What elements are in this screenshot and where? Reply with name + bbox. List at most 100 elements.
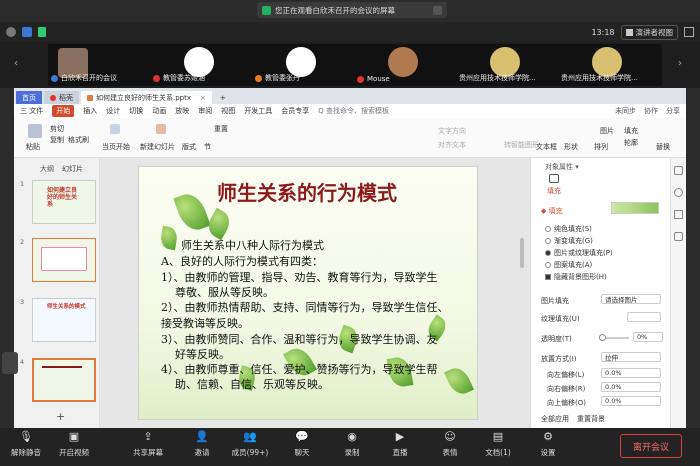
fill-option-gradient[interactable]: 渐变填充(G) <box>545 236 593 246</box>
signal-icon[interactable] <box>38 27 46 37</box>
participant-tile[interactable]: 白欣禾召开的会议 <box>48 44 152 86</box>
emoji-button[interactable]: ☺ 表情 <box>428 430 472 458</box>
picture-fill-select[interactable]: 请选择图片 <box>601 294 661 304</box>
live-button[interactable]: ▶ 直播 <box>378 430 422 458</box>
picture-button[interactable]: 图片 <box>600 126 614 136</box>
participant-tile[interactable]: 贵州应用技术技师学院... <box>558 44 662 86</box>
floating-video-control[interactable] <box>2 352 18 374</box>
menu-view[interactable]: 视图 <box>221 106 235 116</box>
fill-preview[interactable] <box>611 202 659 214</box>
add-slide-button[interactable]: + <box>56 410 65 423</box>
collaborate-button[interactable]: 协作 <box>644 106 658 116</box>
paste-button[interactable]: 粘贴 <box>26 142 40 152</box>
leave-meeting-button[interactable]: 离开会议 <box>620 434 682 458</box>
transparency-input[interactable]: 0% <box>633 332 663 342</box>
convert-smartart-button[interactable]: 转智能图形 <box>504 140 539 150</box>
new-tab-button[interactable]: + <box>214 91 232 104</box>
text-direction-button[interactable]: 文字方向 <box>438 126 466 136</box>
arrange-button[interactable]: 排列 <box>594 142 608 152</box>
align-text-button[interactable]: 对齐文本 <box>438 140 466 150</box>
slide-thumbnail[interactable]: 如何建立良好的师生关系 <box>32 180 96 224</box>
fullscreen-icon[interactable] <box>684 27 694 37</box>
participant-tile[interactable]: 教管委张丹 <box>252 44 356 86</box>
current-slide[interactable]: 师生关系的行为模式 师生关系中八种人际行为模式 A、良好的人际行为模式有四类： … <box>138 166 478 420</box>
apply-all-button[interactable]: 全部应用 <box>541 414 569 424</box>
slider-thumb[interactable] <box>599 334 606 341</box>
reset-button[interactable]: 重置 <box>214 124 228 134</box>
slide-thumbnail[interactable] <box>32 238 96 282</box>
banner-toggle-button[interactable] <box>433 5 442 15</box>
menu-design[interactable]: 设计 <box>106 106 120 116</box>
start-video-button[interactable]: ▣ 开启视频 <box>52 430 96 458</box>
copy-button[interactable]: 复制 <box>50 135 64 145</box>
up-offset-input[interactable]: 0.0% <box>601 396 661 406</box>
fill-option-pattern[interactable]: 图案填充(A) <box>545 260 592 270</box>
strip-next-arrow-icon[interactable]: › <box>678 58 682 69</box>
documents-button[interactable]: ▤ 文档(1) <box>476 430 520 458</box>
menu-animation[interactable]: 动画 <box>152 106 166 116</box>
participant-tile[interactable]: 教管委苏姬涵 <box>150 44 254 86</box>
properties-title[interactable]: 对象属性 ▾ <box>545 162 579 172</box>
file-menu[interactable]: 三 文件 <box>20 106 43 116</box>
hide-bg-checkbox[interactable]: 隐藏背景图形(H) <box>545 272 607 282</box>
menu-review[interactable]: 审阅 <box>198 106 212 116</box>
animation-icon[interactable] <box>674 188 683 197</box>
menu-developer[interactable]: 开发工具 <box>244 106 272 116</box>
speaker-view-button[interactable]: 演讲者视图 <box>620 24 678 40</box>
shape-button[interactable]: 形状 <box>564 142 578 152</box>
slide-thumbnail[interactable]: 师生关系的模式 <box>32 298 96 342</box>
cut-button[interactable]: 剪切 <box>50 124 64 134</box>
from-current-button[interactable]: 当页开始 <box>102 142 130 152</box>
menu-member[interactable]: 会员专享 <box>281 106 309 116</box>
style-icon[interactable] <box>674 232 683 241</box>
layout-button[interactable]: 版式 <box>182 142 196 152</box>
fill-section-header[interactable]: ◆ 填充 <box>541 206 563 216</box>
sync-status[interactable]: 未同步 <box>615 106 636 116</box>
strip-prev-arrow-icon[interactable]: ‹ <box>14 58 18 69</box>
design-icon[interactable] <box>674 210 683 219</box>
format-painter-button[interactable]: 格式刷 <box>68 135 89 145</box>
menu-slideshow[interactable]: 放映 <box>175 106 189 116</box>
chat-button[interactable]: 💬 聊天 <box>280 430 324 458</box>
vertical-scrollbar[interactable] <box>520 238 524 268</box>
reset-background-button[interactable]: 重置背景 <box>577 414 605 424</box>
menu-insert[interactable]: 插入 <box>83 106 97 116</box>
members-button[interactable]: 👥 成员(99+) <box>228 430 272 458</box>
info-icon[interactable] <box>6 27 16 37</box>
participant-tile[interactable]: 贵州应用技术技师学院... <box>456 44 560 86</box>
share-screen-button[interactable]: ⇪ 共享屏幕 <box>126 430 170 458</box>
menu-transition[interactable]: 切换 <box>129 106 143 116</box>
fill-option-picture[interactable]: 图片或纹理填充(P) <box>545 248 613 258</box>
record-button[interactable]: ◉ 录制 <box>330 430 374 458</box>
transparency-slider[interactable] <box>599 334 629 341</box>
settings-button[interactable]: ⚙ 设置 <box>526 430 570 458</box>
shield-icon[interactable] <box>22 27 32 37</box>
left-offset-input[interactable]: 0.0% <box>601 368 661 378</box>
invite-button[interactable]: 👤 邀请 <box>180 430 224 458</box>
tab-home[interactable]: 首页 <box>16 91 42 104</box>
replace-button[interactable]: 替换 <box>656 142 670 152</box>
new-slide-button[interactable]: 新建幻灯片 <box>140 142 175 152</box>
command-search[interactable]: Q 查找命令、搜索模板 <box>318 106 389 116</box>
outline-button[interactable]: 轮廓 <box>624 138 638 148</box>
properties-icon[interactable] <box>674 166 683 175</box>
participant-tile[interactable]: Mouse <box>354 44 458 86</box>
slide-thumbnail-selected[interactable] <box>32 358 96 402</box>
unmute-button[interactable]: 🎙 解除静音 <box>4 430 48 458</box>
textbox-button[interactable]: 文本框 <box>536 142 557 152</box>
tab-docer[interactable]: 稻壳 <box>44 91 79 104</box>
menu-start[interactable]: 开始 <box>52 105 75 117</box>
fill-option-solid[interactable]: 纯色填充(S) <box>545 224 592 234</box>
tab-document[interactable]: 如何建立良好的师生关系.pptx × <box>81 91 212 104</box>
tab-fill[interactable]: 填充 <box>547 186 561 196</box>
fill-bucket-icon[interactable] <box>549 174 559 183</box>
texture-fill-select[interactable] <box>627 312 661 322</box>
fill-button[interactable]: 填充 <box>624 126 638 136</box>
section-button[interactable]: 节 <box>204 142 211 152</box>
close-tab-icon[interactable]: × <box>200 94 206 102</box>
share-button[interactable]: 分享 <box>666 106 680 116</box>
tab-slides[interactable]: 幻灯片 <box>62 164 83 174</box>
tab-outline[interactable]: 大纲 <box>40 164 54 174</box>
right-offset-input[interactable]: 0.0% <box>601 382 661 392</box>
placement-select[interactable]: 拉伸 <box>601 352 661 362</box>
